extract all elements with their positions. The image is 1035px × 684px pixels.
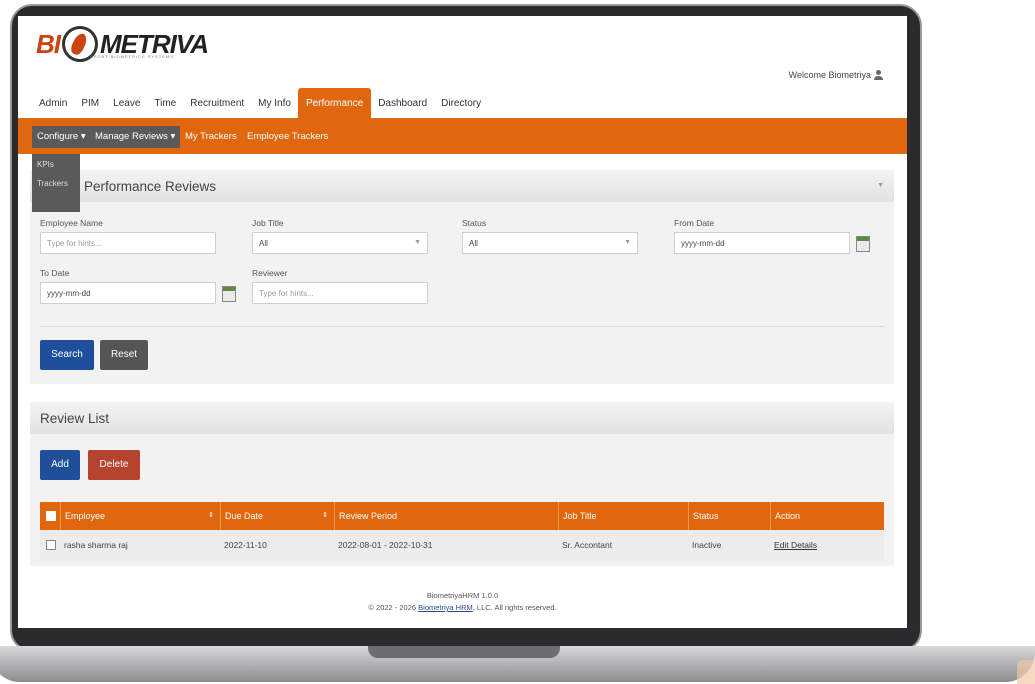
add-button[interactable]: Add	[40, 450, 80, 480]
performance-submenu: Configure ▾ Manage Reviews ▾ My Trackers…	[18, 118, 907, 154]
calendar-icon[interactable]	[222, 286, 236, 302]
status-select[interactable]: All ▼	[462, 232, 638, 254]
column-action: Action	[770, 502, 884, 530]
corner-decoration	[1017, 660, 1035, 684]
dropdown-item-trackers[interactable]: Trackers	[37, 179, 75, 188]
menu-item-pim[interactable]: PIM	[74, 98, 106, 118]
menu-item-recruitment[interactable]: Recruitment	[183, 98, 251, 118]
to-date-label: To Date	[40, 268, 70, 278]
logo-tagline: SPORT BIOMETRICS SYSTEMS	[90, 54, 174, 59]
search-button[interactable]: Search	[40, 340, 94, 370]
form-divider	[40, 326, 884, 327]
column-due-date[interactable]: Due Date ⇕	[220, 502, 334, 530]
table-header: Employee ⇕ Due Date ⇕ Review Period Job …	[40, 502, 884, 530]
company-link[interactable]: Biometriya HRM	[418, 603, 473, 612]
reset-button[interactable]: Reset	[100, 340, 148, 370]
column-review-period[interactable]: Review Period	[334, 502, 558, 530]
column-employee-label: Employee	[65, 511, 106, 521]
configure-dropdown: KPIs Trackers	[32, 154, 80, 212]
footer-version: BiometriyaHRM 1.0.0	[426, 591, 499, 600]
welcome-menu[interactable]: Welcome Biometriya	[789, 70, 883, 80]
menu-item-leave[interactable]: Leave	[106, 98, 147, 118]
cell-employee: rasha sharma raj	[64, 540, 128, 550]
menu-item-my-info[interactable]: My Info	[251, 98, 298, 118]
job-title-value: All	[259, 239, 268, 248]
search-panel-title: Performance Reviews	[84, 179, 217, 194]
search-panel: Performance Reviews ▼ Employee Name Type…	[30, 170, 894, 384]
collapse-icon[interactable]: ▼	[877, 182, 884, 189]
copyright-suffix: , LLC. All rights reserved.	[472, 603, 557, 612]
chevron-down-icon: ▼	[624, 239, 631, 246]
cell-job-title: Sr. Accontant	[562, 540, 613, 550]
employee-name-label: Employee Name	[40, 218, 103, 228]
sort-icon: ⇕	[208, 512, 214, 519]
delete-button[interactable]: Delete	[88, 450, 140, 480]
job-title-label: Job Title	[252, 218, 284, 228]
chevron-down-icon: ▼	[414, 239, 421, 246]
review-list-panel: Review List Add Delete Employee ⇕ Due Da…	[30, 402, 894, 566]
app-screen: BI METRIVA SPORT BIOMETRICS SYSTEMS Welc…	[18, 16, 907, 628]
menu-item-directory[interactable]: Directory	[434, 98, 488, 118]
review-list-title: Review List	[40, 411, 110, 426]
footer-copyright: © 2022 - 2026 Biometriya HRM, LLC. All r…	[18, 602, 907, 614]
cell-status: Inactive	[692, 540, 722, 550]
cell-due-date: 2022-11-10	[224, 540, 267, 550]
reviewer-label: Reviewer	[252, 268, 288, 278]
copyright-prefix: © 2022 - 2026	[368, 603, 417, 612]
from-date-input[interactable]: yyyy-mm-dd	[674, 232, 850, 254]
review-list-header: Review List	[30, 402, 894, 434]
status-label: Status	[462, 218, 487, 228]
dropdown-item-kpis[interactable]: KPIs	[37, 160, 75, 169]
menu-item-admin[interactable]: Admin	[32, 98, 74, 118]
column-due-date-label: Due Date	[225, 511, 264, 521]
menu-item-dashboard[interactable]: Dashboard	[371, 98, 434, 118]
table-row: rasha sharma raj 2022-11-10 2022-08-01 -…	[40, 530, 884, 560]
column-status[interactable]: Status	[688, 502, 770, 530]
to-date-input[interactable]: yyyy-mm-dd	[40, 282, 216, 304]
status-value: All	[469, 239, 478, 248]
submenu-configure[interactable]: Configure ▾	[32, 126, 91, 148]
logo-left-text: BI	[36, 28, 61, 59]
footer: BiometriyaHRM 1.0.0 © 2022 - 2026 Biomet…	[18, 590, 907, 614]
main-menu: Admin PIM Leave Time Recruitment My Info…	[32, 84, 488, 118]
laptop-notch	[368, 646, 560, 658]
menu-item-time[interactable]: Time	[147, 98, 183, 118]
submenu-employee-trackers[interactable]: Employee Trackers	[242, 126, 333, 148]
employee-name-input[interactable]: Type for hints...	[40, 232, 216, 254]
welcome-text: Welcome Biometriya	[788, 70, 871, 80]
user-icon	[874, 70, 883, 80]
submenu-my-trackers[interactable]: My Trackers	[180, 126, 242, 148]
edit-details-link[interactable]: Edit Details	[774, 540, 817, 550]
reviewer-input[interactable]: Type for hints...	[252, 282, 428, 304]
column-employee[interactable]: Employee ⇕	[60, 502, 220, 530]
from-date-label: From Date	[674, 218, 715, 228]
calendar-icon[interactable]	[856, 236, 870, 252]
select-all-checkbox[interactable]	[46, 511, 56, 521]
menu-item-performance[interactable]: Performance	[297, 88, 372, 118]
job-title-select[interactable]: All ▼	[252, 232, 428, 254]
cell-review-period: 2022-08-01 - 2022-10-31	[338, 540, 433, 550]
search-panel-header: Performance Reviews ▼	[30, 170, 894, 202]
row-checkbox[interactable]	[46, 540, 56, 550]
sort-icon: ⇕	[322, 512, 328, 519]
column-job-title[interactable]: Job Title	[558, 502, 688, 530]
submenu-manage-reviews[interactable]: Manage Reviews ▾	[90, 126, 181, 148]
